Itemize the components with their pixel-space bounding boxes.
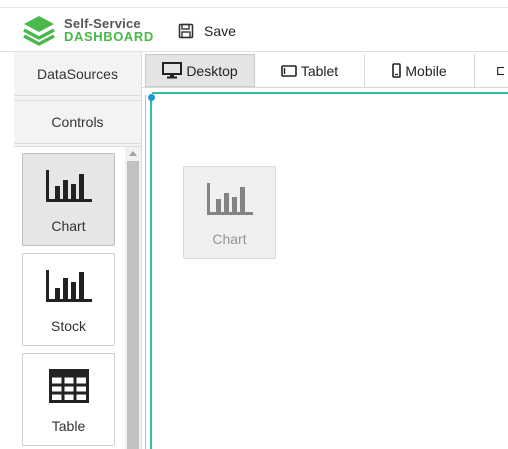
dragged-item-label: Chart <box>212 231 247 247</box>
control-stock[interactable]: Stock <box>22 253 115 346</box>
device-tabs: Desktop Tablet Mobile <box>142 52 508 88</box>
floppy-disk-icon <box>178 23 194 39</box>
guide-line-vertical-outer <box>145 95 146 449</box>
controls-list: Chart Stock Table <box>14 146 141 449</box>
tab-datasources[interactable]: DataSources <box>14 52 141 96</box>
control-label: Stock <box>50 318 86 334</box>
tab-desktop[interactable]: Desktop <box>145 54 255 87</box>
control-label: Table <box>51 418 86 434</box>
left-panel: DataSources Controls Chart Stock Table <box>14 52 142 449</box>
header-bar: Self-Service DASHBOARD Save <box>0 8 508 52</box>
save-label: Save <box>204 23 236 39</box>
logo-text: Self-Service DASHBOARD <box>64 17 154 43</box>
tab-mobile[interactable]: Mobile <box>365 54 475 87</box>
tab-mobile-label: Mobile <box>405 62 447 79</box>
dragged-chart-item[interactable]: Chart <box>183 166 276 259</box>
mobile-icon <box>392 63 402 78</box>
tab-controls[interactable]: Controls <box>14 100 141 144</box>
tab-desktop-label: Desktop <box>186 62 238 79</box>
design-canvas[interactable] <box>142 88 508 449</box>
top-edge <box>0 0 508 8</box>
table-icon <box>48 366 89 406</box>
tab-tablet[interactable]: Tablet <box>255 54 365 87</box>
logo-line-2: DASHBOARD <box>64 29 154 44</box>
stack-layers-icon <box>23 16 55 46</box>
tab-tablet-label: Tablet <box>300 62 339 79</box>
guide-line-vertical <box>150 95 152 449</box>
control-table[interactable]: Table <box>22 353 115 446</box>
control-label: Chart <box>51 218 86 234</box>
control-chart[interactable]: Chart <box>22 153 115 246</box>
app-logo: Self-Service DASHBOARD <box>22 14 154 46</box>
desktop-icon <box>162 62 183 79</box>
stock-chart-icon <box>45 266 93 306</box>
save-button[interactable]: Save <box>178 20 236 42</box>
controls-scrollbar[interactable] <box>125 147 141 449</box>
scroll-thumb[interactable] <box>127 161 139 449</box>
guide-line-horizontal <box>152 92 508 94</box>
tablet-landscape-icon <box>497 66 504 75</box>
bar-chart-icon <box>206 179 254 219</box>
tablet-icon <box>281 64 297 77</box>
tab-overflow[interactable] <box>475 54 508 87</box>
resize-handle[interactable] <box>148 94 155 101</box>
scroll-up-arrow-icon[interactable] <box>129 151 137 156</box>
bar-chart-icon <box>45 166 93 206</box>
